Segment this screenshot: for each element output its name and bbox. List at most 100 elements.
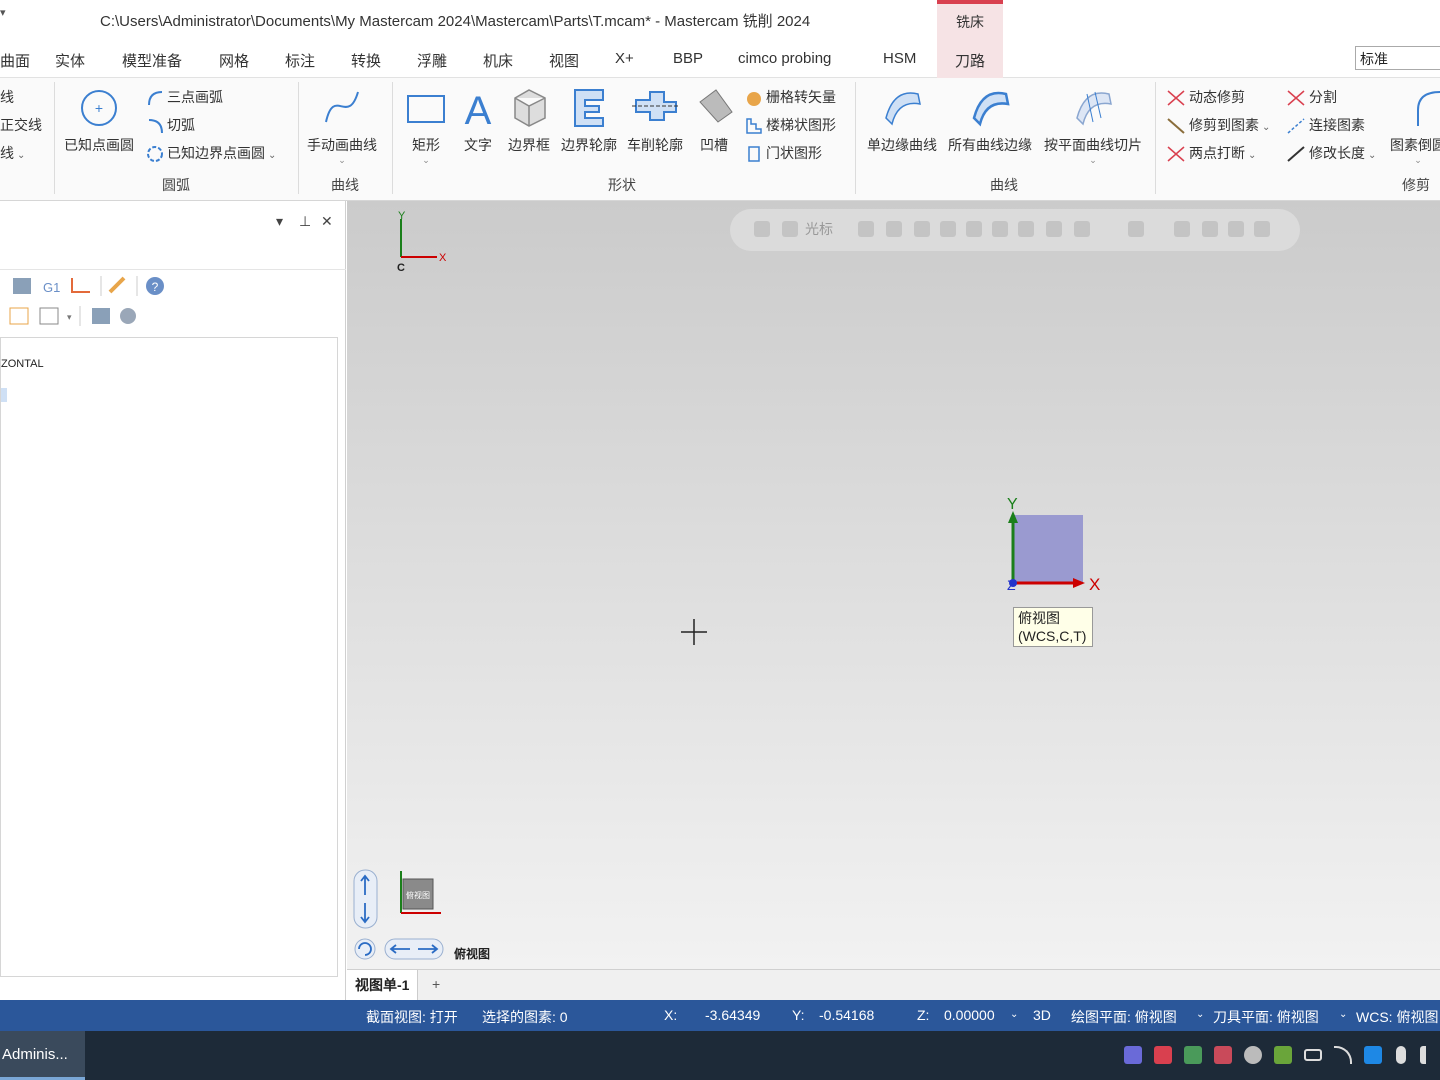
tooltip-line-1: 俯视图	[1018, 610, 1060, 626]
circle-edge-point-button[interactable]: 已知边界点画圆 ⌄	[146, 142, 276, 164]
line-dropdown-button[interactable]: 线 ⌄	[0, 142, 25, 164]
pin-icon[interactable]: ⊥	[299, 213, 311, 230]
chevron-down-icon[interactable]: ⌄	[1010, 1009, 1018, 1020]
tray-nvidia-icon[interactable]	[1274, 1046, 1292, 1064]
tab-solids[interactable]: 实体	[55, 50, 85, 71]
tab-bbp[interactable]: BBP	[673, 50, 703, 67]
verify-icon[interactable]	[1174, 221, 1190, 237]
chevron-down-icon[interactable]: ⌄	[1196, 1009, 1204, 1020]
taskbar-app-button[interactable]: Adminis...	[0, 1031, 85, 1080]
tray-cloud-icon[interactable]	[1154, 1046, 1172, 1064]
arrow-select-icon[interactable]	[914, 221, 930, 237]
pan-horizontal-control[interactable]	[384, 937, 446, 963]
rotate-control[interactable]	[353, 937, 379, 963]
plane-gizmo[interactable]: Y X Z	[997, 493, 1137, 603]
line-button-partial[interactable]: 线	[0, 86, 14, 108]
edge-select-icon[interactable]	[992, 221, 1008, 237]
graphics-plane-status[interactable]: 绘图平面: 俯视图	[1071, 1007, 1177, 1027]
section-view-status[interactable]: 截面视图: 打开	[366, 1007, 458, 1027]
tab-model-prep[interactable]: 模型准备	[122, 50, 182, 71]
tray-update-icon[interactable]	[1244, 1046, 1262, 1064]
slice-curves-button[interactable]: 按平面曲线切片 ⌄	[1040, 82, 1146, 165]
single-edge-curve-button[interactable]: 单边缘曲线	[864, 82, 940, 155]
refresh-icon[interactable]	[1228, 221, 1244, 237]
text-button[interactable]: A 文字	[460, 82, 496, 155]
selection-toolbar[interactable]: 光标	[730, 209, 1300, 251]
point-icon[interactable]	[886, 221, 902, 237]
tab-hsm[interactable]: HSM	[883, 50, 916, 67]
modify-length-button[interactable]: 修改长度 ⌄	[1286, 142, 1376, 164]
tab-surfaces[interactable]: 曲面	[0, 50, 30, 71]
cursor-select-icon[interactable]	[782, 221, 798, 237]
tab-xplus[interactable]: X+	[615, 50, 634, 67]
tab-cimco-probing[interactable]: cimco probing	[738, 50, 831, 67]
tray-feishu-icon[interactable]	[1364, 1046, 1382, 1064]
all-curve-edges-button[interactable]: 所有曲线边缘	[944, 82, 1036, 155]
circle-center-point-button[interactable]: + 已知点画圆	[64, 82, 134, 155]
tool-plane-status[interactable]: 刀具平面: 俯视图	[1213, 1007, 1319, 1027]
view-cube[interactable]: 俯视图	[395, 865, 455, 925]
tab-machine[interactable]: 机床	[483, 50, 513, 71]
quick-access-chevron-icon[interactable]: ▾	[0, 6, 6, 19]
trim-to-entity-button[interactable]: 修剪到图素 ⌄	[1166, 114, 1270, 136]
window-select-icon[interactable]	[1128, 221, 1144, 237]
wcs-status[interactable]: WCS: 俯视图	[1356, 1007, 1438, 1027]
color-select-icon[interactable]	[1046, 221, 1062, 237]
close-icon[interactable]: ✕	[321, 213, 333, 230]
mode-3d-toggle[interactable]: 3D	[1033, 1007, 1051, 1023]
manual-curve-button[interactable]: 手动画曲线 ⌄	[307, 82, 377, 165]
rectangle-button[interactable]: 矩形 ⌄	[404, 82, 448, 165]
tab-transform[interactable]: 转换	[351, 50, 381, 71]
turn-profile-button[interactable]: 车削轮廓	[624, 82, 686, 155]
two-point-break-button[interactable]: 两点打断 ⌄	[1166, 142, 1256, 164]
boundary-profile-button[interactable]: 边界轮廓	[558, 82, 620, 155]
tab-toolpaths[interactable]: 刀路	[937, 40, 1003, 78]
tree-node-machine-group[interactable]: ZONTAL	[1, 358, 44, 370]
tab-annotate[interactable]: 标注	[285, 50, 315, 71]
panel-menu-icon[interactable]: ▾	[276, 213, 283, 230]
tray-app-icon[interactable]	[1124, 1046, 1142, 1064]
fillet-entities-button[interactable]: 图素倒圆 ⌄	[1388, 82, 1440, 165]
microphone-icon[interactable]	[1396, 1046, 1406, 1064]
wifi-icon[interactable]	[1334, 1046, 1352, 1064]
select-last-icon[interactable]	[1202, 221, 1218, 237]
tray-sync-icon[interactable]	[1214, 1046, 1232, 1064]
tray-grid-icon[interactable]	[1184, 1046, 1202, 1064]
arc-tangent-button[interactable]: 切弧	[146, 114, 195, 136]
raster-to-vector-button[interactable]: 栅格转矢量	[745, 86, 836, 108]
graphics-viewport[interactable]: Y X C 光标 Y X Z 俯视图 (WCS,C,T) 俯视图 俯视图	[347, 201, 1440, 969]
zoom-scroll-control[interactable]	[353, 869, 379, 931]
dynamic-trim-button[interactable]: 动态修剪	[1166, 86, 1245, 108]
tab-view[interactable]: 视图	[549, 50, 579, 71]
multi-select-icon[interactable]	[1074, 221, 1090, 237]
add-viewsheet-button[interactable]: +	[432, 976, 440, 992]
letter-a-icon: A	[465, 89, 492, 130]
battery-icon[interactable]	[1304, 1049, 1322, 1061]
face-select-icon[interactable]	[966, 221, 982, 237]
join-entities-button[interactable]: 连接图素	[1286, 114, 1365, 136]
toolpath-tree[interactable]: ZONTAL	[0, 337, 338, 977]
divide-button[interactable]: 分割	[1286, 86, 1337, 108]
all-curve-edges-label: 所有曲线边缘	[948, 137, 1032, 153]
body-select-icon[interactable]	[1018, 221, 1034, 237]
solid-select-icon[interactable]	[940, 221, 956, 237]
speaker-icon[interactable]	[1420, 1046, 1436, 1064]
z-coord-value[interactable]: 0.00000	[944, 1007, 995, 1023]
lock-icon[interactable]	[754, 221, 770, 237]
style-combo[interactable]: 标准	[1355, 46, 1440, 70]
stair-shape-button[interactable]: 楼梯状图形	[745, 114, 836, 136]
arc-3point-button[interactable]: 三点画弧	[146, 86, 223, 108]
toolbar-icons-row1[interactable]: G1 ? ▾	[0, 270, 346, 334]
undo-select-icon[interactable]	[1254, 221, 1270, 237]
chevron-down-icon[interactable]: ⌄	[1339, 1009, 1347, 1020]
viewsheet-tab-1[interactable]: 视图单-1	[347, 970, 419, 1000]
tab-relief[interactable]: 浮雕	[417, 50, 447, 71]
door-shape-button[interactable]: 门状图形	[745, 142, 822, 164]
xyz-icon[interactable]	[858, 221, 874, 237]
cursor-mode-label[interactable]: 光标	[805, 219, 833, 239]
tab-mesh[interactable]: 网格	[219, 50, 249, 71]
bounding-box-button[interactable]: 边界框	[506, 82, 552, 155]
box-icon	[514, 89, 546, 127]
groove-button[interactable]: 凹槽	[696, 82, 733, 155]
orthogonal-line-button[interactable]: 正交线	[0, 114, 42, 136]
